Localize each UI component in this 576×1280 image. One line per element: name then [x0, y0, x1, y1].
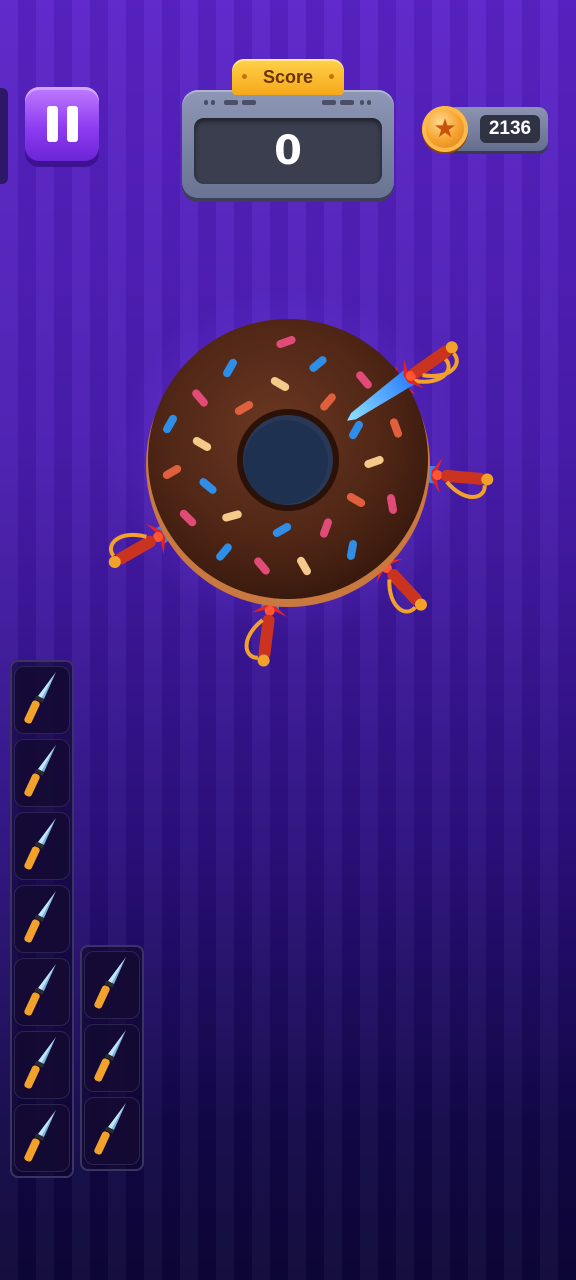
- tab-rivet: [329, 74, 334, 79]
- knife-icon: [92, 953, 132, 1017]
- pause-icon-bar-right: [66, 106, 78, 142]
- knife-icon: [22, 814, 62, 878]
- stuck-knife: [334, 327, 470, 439]
- knife-slot: [14, 812, 70, 880]
- knife-slot: [14, 1104, 70, 1172]
- side-edge-tab[interactable]: [0, 88, 8, 184]
- score-display: 0: [194, 118, 382, 184]
- knife-icon: [22, 1033, 62, 1097]
- knife-icon: [22, 741, 62, 805]
- sprinkles: [161, 334, 404, 577]
- donut-glow: [113, 287, 463, 637]
- panel-vent: [360, 100, 364, 105]
- knife-slot: [84, 951, 140, 1019]
- knife-icon: [22, 668, 62, 732]
- knife-icon: [92, 1026, 132, 1090]
- score-label-tab: Score: [232, 59, 344, 95]
- coin-count-display: 2136: [480, 115, 540, 143]
- stuck-knife: [356, 448, 497, 501]
- pause-icon-bar-left: [46, 106, 58, 142]
- stuck-knife: [242, 529, 300, 671]
- knife-slot: [14, 885, 70, 953]
- stuck-knife: [98, 479, 237, 583]
- pause-button[interactable]: [25, 87, 99, 161]
- knife-icon: [22, 1106, 62, 1170]
- knife-slot: [14, 1031, 70, 1099]
- score-value: 0: [274, 128, 302, 174]
- panel-vent: [204, 100, 208, 105]
- panel-vent: [211, 100, 215, 105]
- knives-remaining-column-2: [80, 945, 144, 1171]
- stuck-knife: [326, 332, 462, 444]
- score-label: Score: [262, 66, 314, 87]
- knife-icon: [22, 960, 62, 1024]
- knives-remaining-column-1: [10, 660, 74, 1178]
- knife-slot: [14, 666, 70, 734]
- panel-vent: [340, 100, 354, 105]
- knife-icon: [92, 1099, 132, 1163]
- knife-slot: [84, 1097, 140, 1165]
- chocolate-donut[interactable]: [146, 319, 430, 607]
- stuck-knife: [317, 496, 441, 624]
- panel-vent: [367, 100, 371, 105]
- tab-rivet: [242, 74, 247, 79]
- knife-slot: [14, 739, 70, 807]
- coin-count: 2136: [488, 118, 532, 139]
- panel-vent: [224, 100, 238, 105]
- score-panel: 0: [182, 90, 394, 198]
- knife-slot: [14, 958, 70, 1026]
- knife-slot: [84, 1024, 140, 1092]
- panel-vent: [242, 100, 256, 105]
- knife-icon: [22, 887, 62, 951]
- star-coin-icon: ★: [422, 106, 468, 152]
- panel-vent: [322, 100, 336, 105]
